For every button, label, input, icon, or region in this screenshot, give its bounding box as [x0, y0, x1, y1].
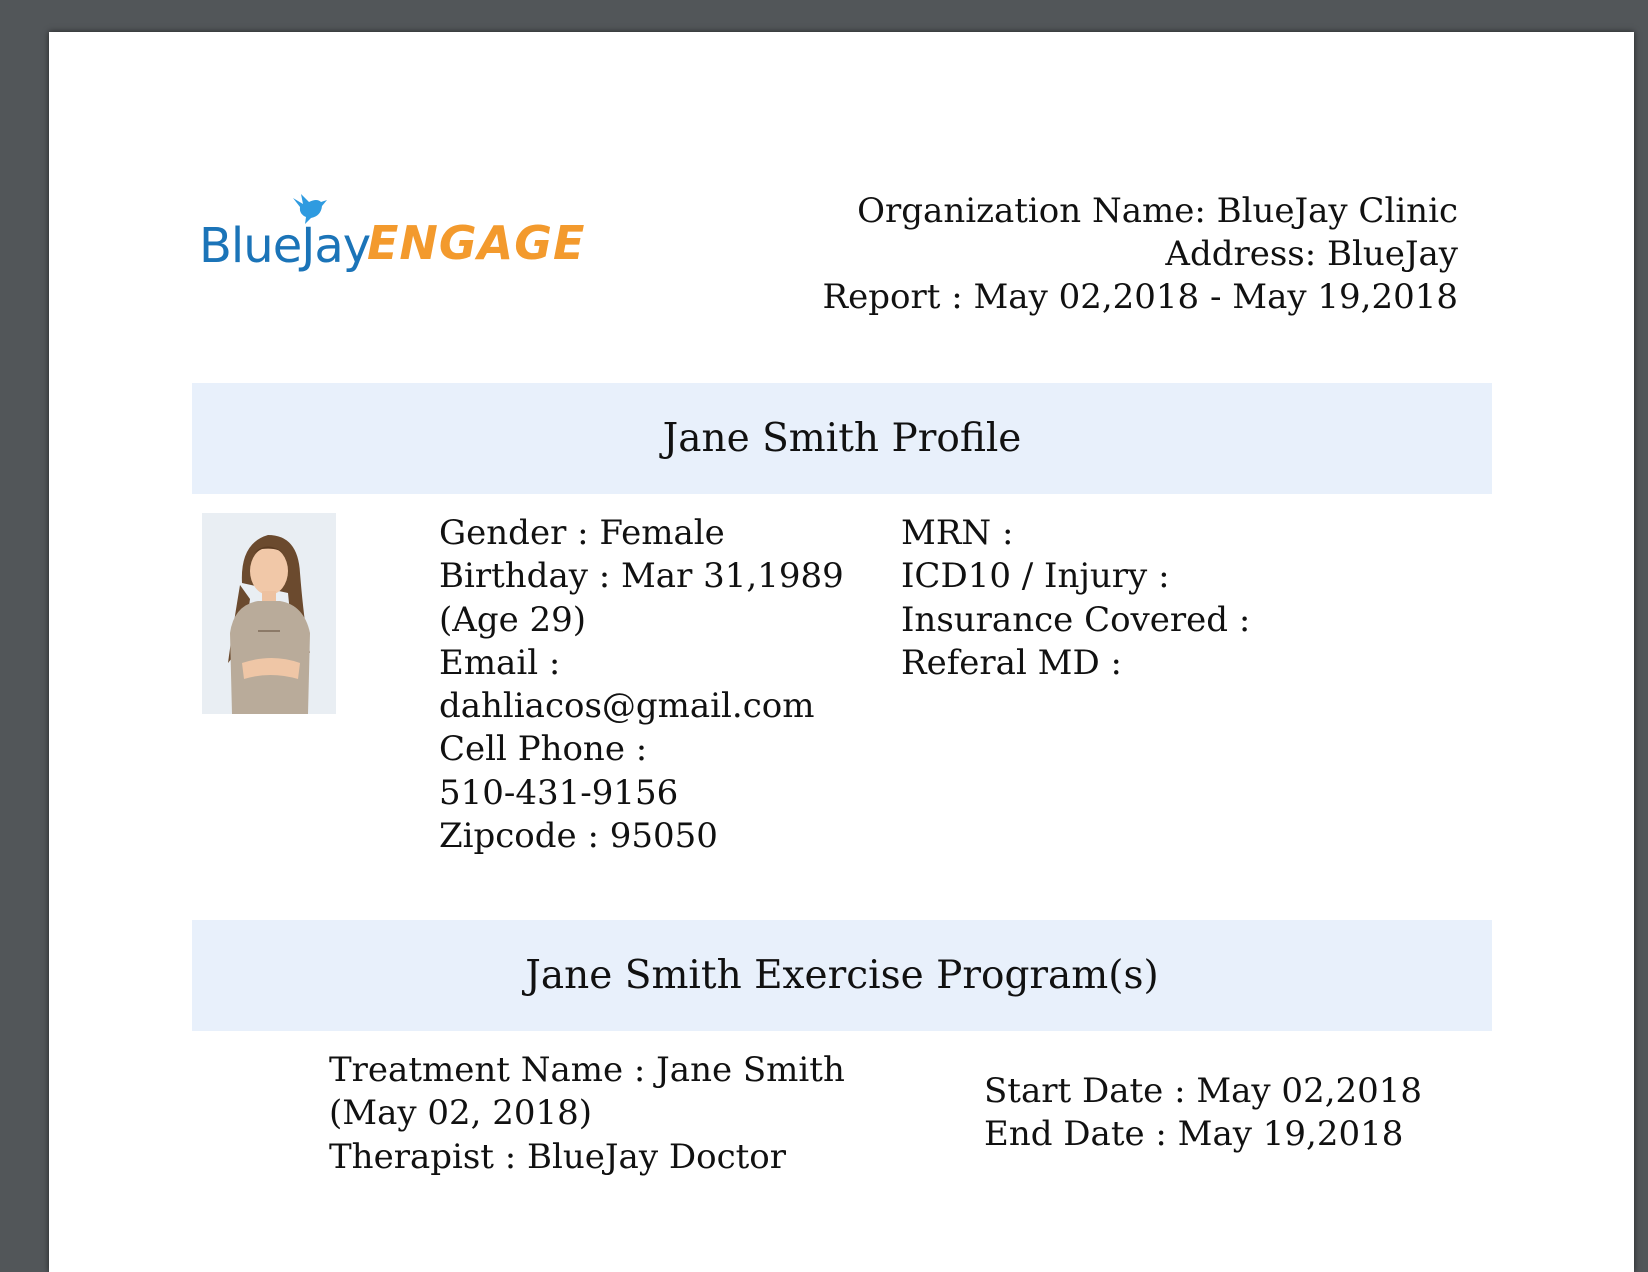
patient-photo-image — [202, 513, 336, 714]
therapist-field: Therapist : BlueJay Doctor — [329, 1136, 786, 1177]
bluejay-engage-logo: BlueJay ENGAGE — [199, 192, 619, 282]
cell-phone-label: Cell Phone : — [439, 729, 648, 770]
logo-text-bluejay: BlueJay — [199, 218, 371, 274]
report-range: Report : May 02,2018 - May 19,2018 — [822, 277, 1458, 317]
email-value: dahliacos@gmail.com — [439, 686, 815, 727]
profile-details-right: MRN : ICD10 / Injury : Insurance Covered… — [901, 512, 1250, 685]
cell-phone-value: 510-431-9156 — [439, 772, 679, 813]
insurance-covered-field: Insurance Covered : — [901, 599, 1251, 640]
icd10-injury-field: ICD10 / Injury : — [901, 556, 1170, 597]
report-page: BlueJay ENGAGE Organization Name: BlueJa… — [49, 32, 1634, 1272]
treatment-date-field: (May 02, 2018) — [329, 1093, 593, 1134]
program-section-header: Jane Smith Exercise Program(s) — [192, 920, 1492, 1031]
zipcode-field: Zipcode : 95050 — [439, 816, 718, 857]
program-details-left: Treatment Name : Jane Smith (May 02, 201… — [329, 1049, 845, 1179]
program-details-right: Start Date : May 02,2018 End Date : May … — [984, 1070, 1422, 1157]
profile-details-left: Gender : Female Birthday : Mar 31,1989 (… — [439, 512, 844, 858]
mrn-field: MRN : — [901, 513, 1014, 553]
age-field: (Age 29) — [439, 599, 587, 640]
gender-field: Gender : Female — [439, 513, 725, 553]
organization-address: Address: BlueJay — [1165, 234, 1458, 274]
email-label: Email : — [439, 642, 561, 683]
logo-text-engage: ENGAGE — [367, 216, 586, 270]
start-date-field: Start Date : May 02,2018 — [984, 1071, 1423, 1111]
organization-name: Organization Name: BlueJay Clinic — [857, 191, 1458, 231]
profile-section-header: Jane Smith Profile — [192, 383, 1492, 494]
patient-photo — [202, 513, 336, 714]
organization-info: Organization Name: BlueJay Clinic Addres… — [823, 190, 1458, 319]
referal-md-field: Referal MD : — [901, 642, 1122, 683]
end-date-field: End Date : May 19,2018 — [984, 1114, 1404, 1155]
birthday-field: Birthday : Mar 31,1989 — [439, 556, 844, 597]
program-title: Jane Smith Exercise Program(s) — [525, 953, 1159, 998]
treatment-name-field: Treatment Name : Jane Smith — [329, 1050, 845, 1090]
profile-title: Jane Smith Profile — [662, 416, 1022, 461]
